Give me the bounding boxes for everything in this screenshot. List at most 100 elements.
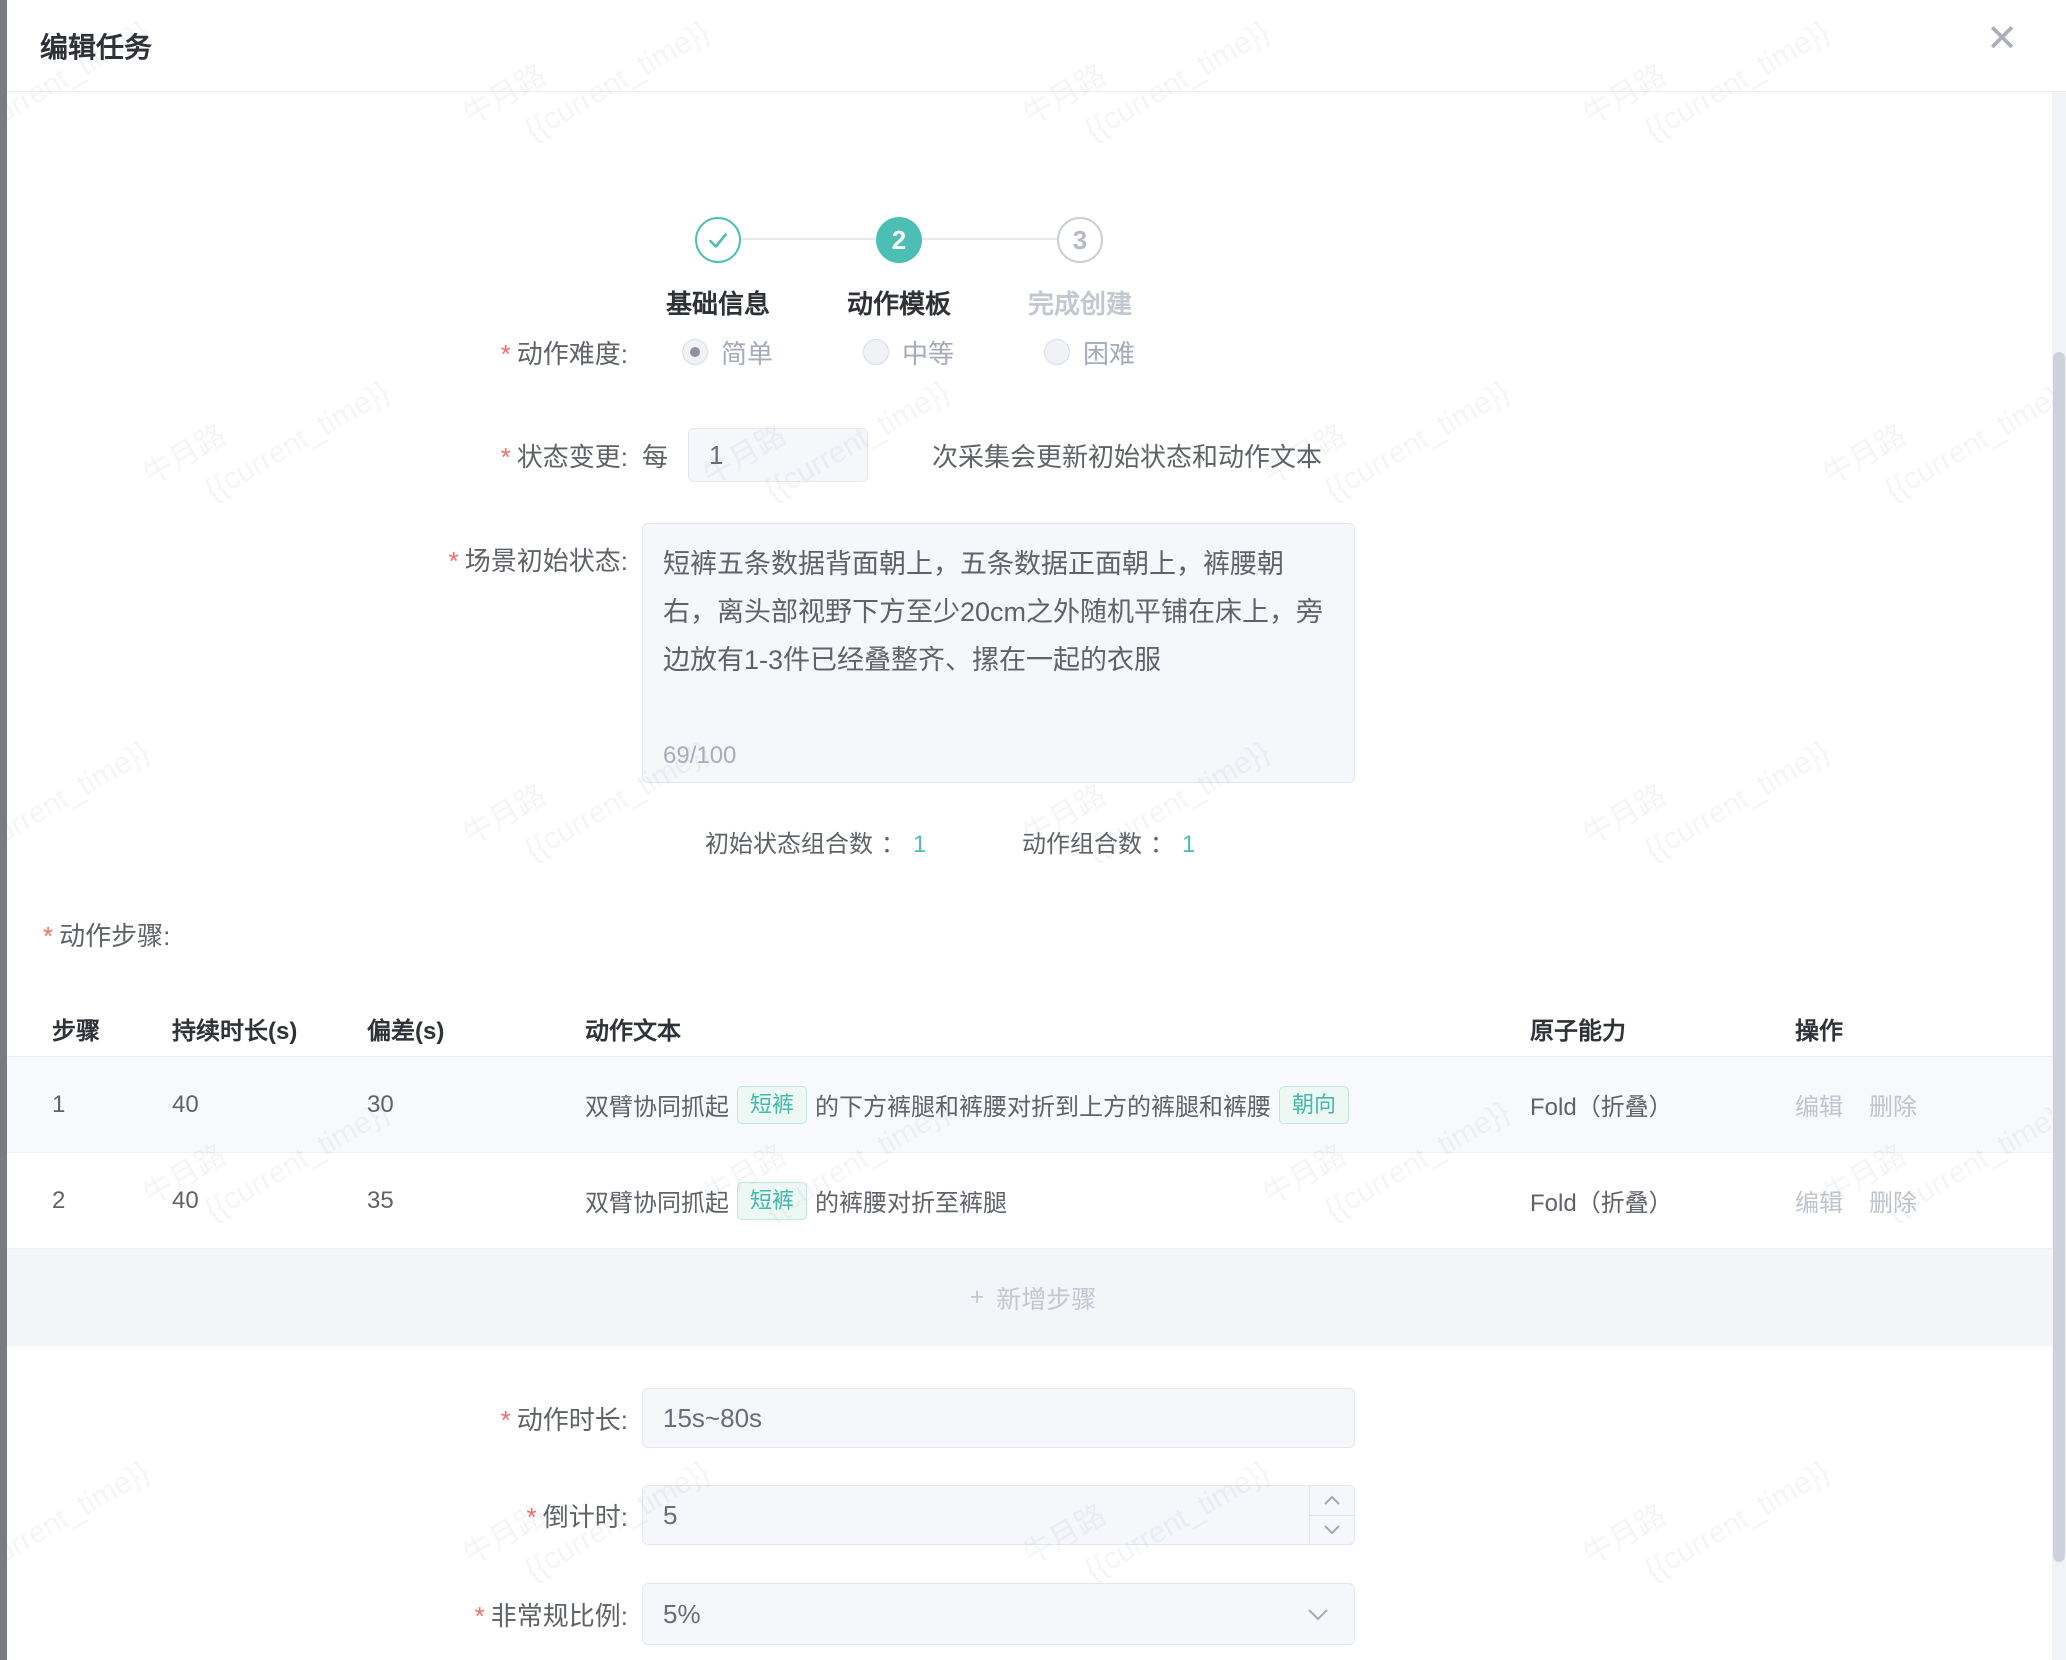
countdown-number-input	[642, 1485, 1355, 1545]
required-mark: *	[501, 1405, 511, 1435]
countdown-label: *倒计时:	[0, 1497, 628, 1534]
object-tag: 短裤	[737, 1086, 807, 1124]
state-change-label: *状态变更:	[0, 437, 628, 474]
required-mark: *	[449, 546, 459, 576]
countdown-input[interactable]	[642, 1485, 1355, 1545]
initial-state-wrapper: 短裤五条数据背面朝上，五条数据正面朝上，裤腰朝右，离头部视野下方至少20cm之外…	[642, 523, 1355, 788]
watermark-text: 牛月路{{current_time}}	[1815, 333, 2066, 536]
col-ops: 操作	[1795, 1011, 2066, 1046]
check-icon	[705, 227, 731, 253]
initial-combo-value: 1	[913, 831, 926, 858]
page-edge	[0, 0, 7, 1660]
cell-ops: 编辑 删除	[1795, 1183, 2066, 1218]
action-steps-table: 步骤 持续时长(s) 偏差(s) 动作文本 原子能力 操作 1 40 30 双臂…	[0, 1000, 2066, 1346]
close-icon[interactable]: ✕	[1986, 20, 2018, 58]
radio-dot	[1044, 339, 1070, 365]
action-combo-value: 1	[1182, 831, 1195, 858]
object-tag: 短裤	[737, 1182, 807, 1220]
cell-ability: Fold（折叠）	[1530, 1087, 1795, 1122]
cell-ability: Fold（折叠）	[1530, 1183, 1795, 1218]
action-combo-stat: 动作组合数：1	[1022, 824, 1195, 859]
table-row: 2 40 35 双臂协同抓起 短裤 的裤腰对折至裤腿 Fold（折叠） 编辑 删…	[0, 1153, 2066, 1249]
action-steps-label: *动作步骤:	[43, 916, 170, 953]
decrement-button[interactable]	[1310, 1516, 1354, 1545]
col-ability: 原子能力	[1530, 1011, 1795, 1046]
col-step: 步骤	[52, 1011, 172, 1046]
increment-button[interactable]	[1310, 1486, 1354, 1516]
radio-dot	[682, 339, 708, 365]
required-mark: *	[43, 921, 53, 951]
watermark-text: 牛月路{{current_time}}	[1575, 1413, 1838, 1616]
radio-dot	[863, 339, 889, 365]
cell-ops: 编辑 删除	[1795, 1087, 2066, 1122]
ratio-label: *非常规比例:	[0, 1596, 628, 1633]
radio-easy[interactable]: 简单	[682, 334, 773, 371]
radio-hard[interactable]: 困难	[1044, 334, 1135, 371]
delete-link[interactable]: 删除	[1869, 1087, 1917, 1122]
difficulty-row: *动作难度: 简单 中等 困难	[0, 326, 1135, 378]
step-2-indicator: 2	[876, 217, 922, 263]
chevron-down-icon	[1306, 1607, 1330, 1621]
step-1-label: 基础信息	[614, 284, 822, 321]
initial-state-row: *场景初始状态: 短裤五条数据背面朝上，五条数据正面朝上，裤腰朝右，离头部视野下…	[0, 523, 1355, 788]
cell-deviation: 35	[367, 1187, 585, 1215]
cell-step: 2	[52, 1187, 172, 1215]
required-mark: *	[475, 1601, 485, 1631]
required-mark: *	[501, 339, 511, 369]
chevron-up-icon	[1323, 1495, 1341, 1506]
state-change-input[interactable]	[688, 428, 868, 482]
edit-link[interactable]: 编辑	[1795, 1087, 1843, 1122]
add-step-button[interactable]: + 新增步骤	[0, 1249, 2066, 1346]
col-action: 动作文本	[585, 1011, 1530, 1046]
col-duration: 持续时长(s)	[172, 1011, 367, 1046]
chevron-down-icon	[1323, 1524, 1341, 1535]
difficulty-radio-group: 简单 中等 困难	[682, 334, 1135, 371]
number-steppers	[1309, 1486, 1354, 1544]
col-deviation: 偏差(s)	[367, 1011, 585, 1046]
dialog-title: 编辑任务	[40, 26, 152, 66]
table-header-row: 步骤 持续时长(s) 偏差(s) 动作文本 原子能力 操作	[0, 1000, 2066, 1057]
initial-combo-stat: 初始状态组合数：1	[705, 824, 926, 859]
edit-task-dialog: 牛月路{{current_time}} 牛月路{{current_time}} 牛月…	[0, 0, 2066, 1660]
duration-row: *动作时长:	[0, 1388, 1355, 1448]
scrollbar-thumb[interactable]	[2053, 352, 2065, 1562]
duration-label: *动作时长:	[0, 1400, 628, 1437]
cell-step: 1	[52, 1091, 172, 1119]
countdown-row: *倒计时:	[0, 1485, 1355, 1545]
step-3-indicator: 3	[1057, 217, 1103, 263]
step-1-indicator	[695, 217, 741, 263]
initial-state-label: *场景初始状态:	[0, 523, 628, 578]
watermark-text: 牛月路{{current_time}}	[1575, 693, 1838, 896]
step-connector	[741, 238, 876, 240]
cell-action: 双臂协同抓起 短裤 的裤腰对折至裤腿	[585, 1182, 1530, 1220]
plus-icon: +	[970, 1283, 985, 1312]
combination-stats: 初始状态组合数：1 动作组合数：1	[0, 824, 2066, 858]
scrollbar-track[interactable]	[2052, 92, 2066, 1660]
char-counter: 69/100	[663, 742, 736, 770]
initial-state-textarea[interactable]: 短裤五条数据背面朝上，五条数据正面朝上，裤腰朝右，离头部视野下方至少20cm之外…	[642, 523, 1355, 783]
radio-medium[interactable]: 中等	[863, 334, 954, 371]
edit-link[interactable]: 编辑	[1795, 1183, 1843, 1218]
required-mark: *	[527, 1502, 537, 1532]
delete-link[interactable]: 删除	[1869, 1183, 1917, 1218]
ratio-value: 5%	[663, 1599, 701, 1630]
state-change-prefix: 每	[642, 437, 668, 474]
duration-input[interactable]	[642, 1388, 1355, 1448]
required-mark: *	[501, 442, 511, 472]
cell-action: 双臂协同抓起 短裤 的下方裤腿和裤腰对折到上方的裤腿和裤腰 朝向	[585, 1086, 1530, 1124]
step-connector	[922, 238, 1057, 240]
cell-duration: 40	[172, 1187, 367, 1215]
stepper: 2 3 基础信息 动作模板 完成创建	[0, 92, 2066, 272]
cell-duration: 40	[172, 1091, 367, 1119]
ratio-select[interactable]: 5%	[642, 1583, 1355, 1645]
table-row: 1 40 30 双臂协同抓起 短裤 的下方裤腿和裤腰对折到上方的裤腿和裤腰 朝向…	[0, 1057, 2066, 1153]
state-change-row: *状态变更: 每 次采集会更新初始状态和动作文本	[0, 428, 1322, 482]
difficulty-label: *动作难度:	[0, 334, 628, 371]
ratio-row: *非常规比例: 5%	[0, 1583, 1355, 1645]
step-2-label: 动作模板	[795, 284, 1003, 321]
cell-deviation: 30	[367, 1091, 585, 1119]
orientation-tag: 朝向	[1279, 1086, 1349, 1124]
state-change-suffix: 次采集会更新初始状态和动作文本	[932, 437, 1322, 474]
dialog-header: 编辑任务 ✕	[0, 0, 2066, 92]
step-3-label: 完成创建	[976, 284, 1184, 321]
